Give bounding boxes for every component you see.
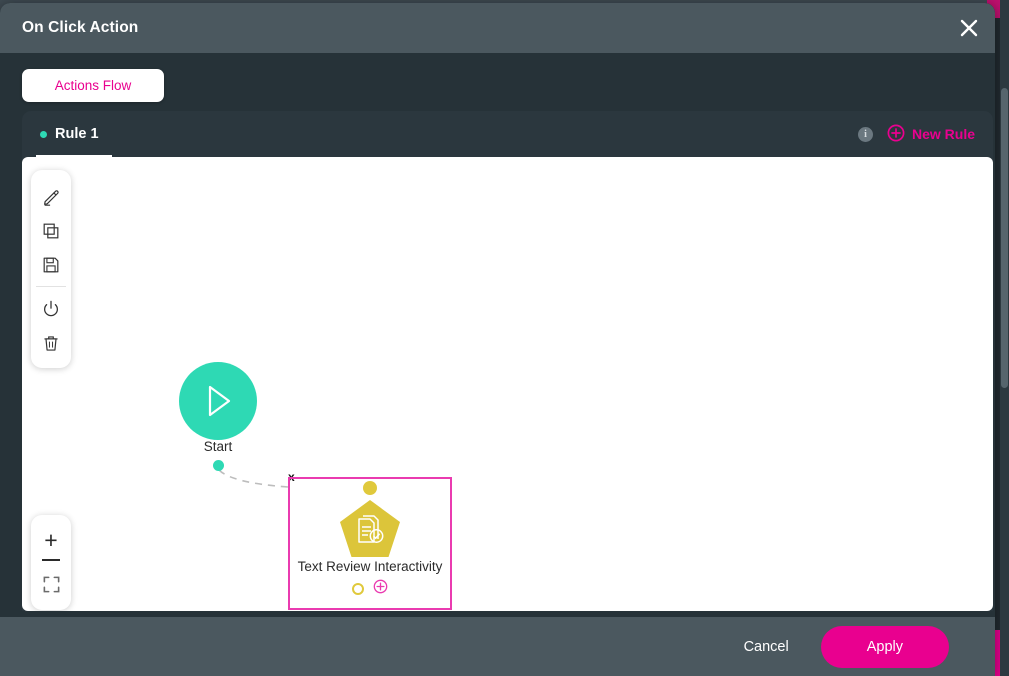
play-icon bbox=[208, 385, 231, 417]
info-icon[interactable]: i bbox=[857, 126, 873, 142]
toolbar-divider bbox=[36, 286, 66, 287]
add-rule-label: New Rule bbox=[911, 126, 975, 142]
flow-node-start[interactable] bbox=[179, 362, 257, 440]
on-click-action-modal: On Click Action Actions Flow Rule 1 i Ne… bbox=[0, 3, 995, 676]
node-pentagon-shape bbox=[340, 500, 400, 557]
rule-status-dot bbox=[40, 130, 47, 138]
canvas-toolbar bbox=[31, 170, 71, 368]
tab-actions-flow[interactable]: Actions Flow bbox=[22, 69, 164, 102]
rule-bar-actions: i New Rule bbox=[857, 111, 975, 157]
plus-icon: + bbox=[44, 526, 58, 553]
close-icon[interactable] bbox=[955, 14, 983, 42]
zoom-toolbar: + bbox=[31, 515, 71, 610]
flow-node-start-label: Start bbox=[203, 439, 233, 454]
flow-node-ports bbox=[290, 579, 450, 599]
start-output-port[interactable] bbox=[213, 460, 224, 471]
tab-rule-1[interactable]: Rule 1 bbox=[36, 111, 112, 157]
zoom-in-button[interactable]: + bbox=[34, 523, 68, 557]
cancel-button[interactable]: Cancel bbox=[730, 631, 803, 663]
rule-tab-label: Rule 1 bbox=[55, 126, 99, 142]
power-icon[interactable] bbox=[34, 292, 68, 326]
scrollbar-thumb[interactable] bbox=[1001, 88, 1008, 388]
node-output-port[interactable] bbox=[352, 583, 364, 595]
plus-circle-icon bbox=[887, 124, 905, 145]
node-input-port[interactable] bbox=[363, 481, 377, 495]
apply-button[interactable]: Apply bbox=[820, 625, 949, 668]
fit-to-screen-button[interactable] bbox=[34, 568, 68, 602]
modal-footer: Cancel Apply bbox=[0, 617, 995, 676]
flow-tab-strip: Actions Flow bbox=[0, 53, 995, 102]
pencil-icon[interactable] bbox=[34, 180, 68, 214]
copy-icon[interactable] bbox=[34, 214, 68, 248]
floppy-disk-icon[interactable] bbox=[34, 248, 68, 282]
minus-icon[interactable] bbox=[42, 559, 60, 561]
rule-tab-bar: Rule 1 i New Rule bbox=[22, 111, 993, 157]
page-scrollbar[interactable] bbox=[1000, 0, 1009, 676]
page-title: On Click Action bbox=[22, 19, 139, 36]
rules-panel: Rule 1 i New Rule + x Start Text Review … bbox=[22, 111, 993, 611]
flow-node-label: Text Review Interactivity bbox=[297, 559, 443, 574]
flow-canvas[interactable]: + x Start Text Review Interactivity bbox=[22, 157, 993, 611]
add-rule-button[interactable]: New Rule bbox=[887, 124, 975, 145]
modal-header: On Click Action bbox=[0, 3, 995, 53]
trash-icon[interactable] bbox=[34, 326, 68, 360]
node-add-icon[interactable] bbox=[373, 579, 388, 599]
